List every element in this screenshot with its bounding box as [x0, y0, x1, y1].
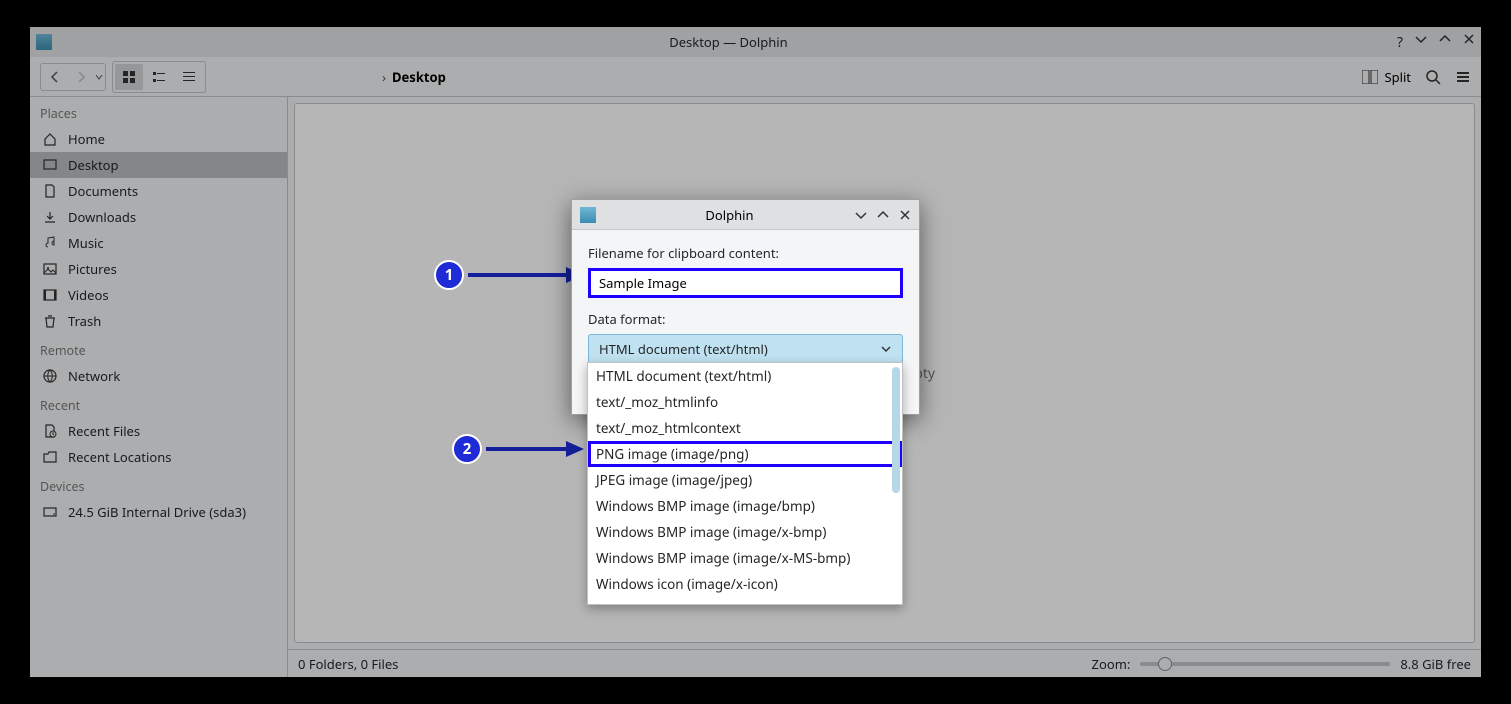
sidebar-item-downloads[interactable]: Downloads	[30, 204, 287, 230]
zoom-thumb[interactable]	[1158, 657, 1172, 671]
places-section-label: Places	[30, 97, 287, 126]
desktop-icon	[42, 157, 58, 173]
filename-label: Filename for clipboard content:	[588, 244, 903, 262]
sidebar-item-label: Pictures	[68, 260, 117, 278]
format-option[interactable]: Windows icon (image/x-ico)	[588, 597, 902, 605]
remote-section-label: Remote	[30, 334, 287, 363]
format-option[interactable]: Windows BMP image (image/x-bmp)	[588, 519, 902, 545]
annotation-arrow-2	[486, 447, 568, 451]
close-icon[interactable]	[1463, 33, 1475, 52]
places-panel: Places Home Desktop Documents Downloads …	[30, 97, 288, 677]
chevron-down-icon	[880, 343, 892, 355]
sidebar-item-documents[interactable]: Documents	[30, 178, 287, 204]
nav-group	[40, 63, 106, 91]
network-icon	[42, 368, 58, 384]
sidebar-item-home[interactable]: Home	[30, 126, 287, 152]
recent-section-label: Recent	[30, 389, 287, 418]
dropdown-scrollbar[interactable]	[892, 367, 900, 493]
sidebar-item-label: Downloads	[68, 208, 136, 226]
annotation-badge-2: 2	[452, 434, 482, 464]
downloads-icon	[42, 209, 58, 225]
format-dropdown: HTML document (text/html) text/_moz_html…	[587, 362, 903, 605]
sidebar-item-videos[interactable]: Videos	[30, 282, 287, 308]
help-icon[interactable]: ?	[1397, 33, 1403, 52]
format-option[interactable]: Windows BMP image (image/bmp)	[588, 493, 902, 519]
format-option[interactable]: text/_moz_htmlcontext	[588, 415, 902, 441]
format-select[interactable]: HTML document (text/html)	[588, 334, 903, 364]
dialog-titlebar: Dolphin	[572, 200, 919, 230]
zoom-slider[interactable]	[1140, 662, 1390, 666]
videos-icon	[42, 287, 58, 303]
sidebar-item-network[interactable]: Network	[30, 363, 287, 389]
pictures-icon	[42, 261, 58, 277]
app-icon	[36, 34, 52, 50]
maximize-icon[interactable]	[1439, 33, 1451, 52]
sidebar-item-desktop[interactable]: Desktop	[30, 152, 287, 178]
recent-files-icon	[42, 423, 58, 439]
devices-section-label: Devices	[30, 470, 287, 499]
free-space: 8.8 GiB free	[1400, 655, 1471, 673]
format-option[interactable]: JPEG image (image/jpeg)	[588, 467, 902, 493]
sidebar-item-label: Videos	[68, 286, 109, 304]
back-button[interactable]	[43, 66, 67, 88]
icon-view-button[interactable]	[115, 64, 143, 90]
format-option[interactable]: text/_moz_htmlinfo	[588, 389, 902, 415]
trash-icon	[42, 313, 58, 329]
split-icon	[1362, 70, 1378, 84]
split-button[interactable]: Split	[1362, 68, 1411, 86]
home-icon	[42, 131, 58, 147]
dialog-maximize-icon[interactable]	[877, 209, 889, 221]
item-count: 0 Folders, 0 Files	[298, 655, 398, 673]
format-selected-value: HTML document (text/html)	[599, 340, 768, 358]
format-label: Data format:	[588, 310, 903, 328]
search-button[interactable]	[1425, 69, 1441, 85]
details-view-button[interactable]	[175, 64, 203, 90]
format-option[interactable]: HTML document (text/html)	[588, 363, 902, 389]
sidebar-item-recent-locations[interactable]: Recent Locations	[30, 444, 287, 470]
sidebar-item-pictures[interactable]: Pictures	[30, 256, 287, 282]
format-option[interactable]: Windows icon (image/x-icon)	[588, 571, 902, 597]
annotation-arrowhead-2	[566, 441, 584, 457]
sidebar-item-label: Home	[68, 130, 105, 148]
forward-button[interactable]	[69, 66, 93, 88]
window-title: Desktop — Dolphin	[60, 33, 1397, 51]
filename-input[interactable]	[588, 268, 903, 298]
sidebar-item-label: Recent Files	[68, 422, 140, 440]
documents-icon	[42, 183, 58, 199]
sidebar-item-label: Network	[68, 367, 120, 385]
sidebar-item-recent-files[interactable]: Recent Files	[30, 418, 287, 444]
annotation-badge-1: 1	[434, 260, 464, 290]
chevron-right-icon: ›	[382, 68, 386, 86]
compact-view-button[interactable]	[145, 64, 173, 90]
toolbar: › Desktop Split	[30, 57, 1481, 97]
menu-button[interactable]	[1455, 69, 1471, 85]
zoom-label: Zoom:	[1092, 655, 1131, 673]
sidebar-item-music[interactable]: Music	[30, 230, 287, 256]
music-icon	[42, 235, 58, 251]
annotation-arrow-1	[468, 273, 568, 277]
sidebar-item-label: Recent Locations	[68, 448, 171, 466]
sidebar-item-label: Music	[68, 234, 104, 252]
titlebar: Desktop — Dolphin ?	[30, 27, 1481, 57]
dialog-app-icon	[580, 207, 596, 223]
sidebar-item-trash[interactable]: Trash	[30, 308, 287, 334]
sidebar-item-label: 24.5 GiB Internal Drive (sda3)	[68, 503, 246, 521]
view-group	[112, 61, 206, 93]
dialog-title: Dolphin	[604, 206, 855, 224]
format-option-png[interactable]: PNG image (image/png)	[588, 441, 902, 467]
sidebar-item-label: Documents	[68, 182, 138, 200]
drive-icon	[42, 504, 58, 520]
minimize-icon[interactable]	[1415, 33, 1427, 52]
dialog-close-icon[interactable]	[899, 209, 911, 221]
breadcrumb[interactable]: › Desktop	[382, 68, 446, 86]
format-option[interactable]: Windows BMP image (image/x-MS-bmp)	[588, 545, 902, 571]
breadcrumb-current: Desktop	[392, 68, 446, 86]
sidebar-item-internal-drive[interactable]: 24.5 GiB Internal Drive (sda3)	[30, 499, 287, 525]
sidebar-item-label: Trash	[68, 312, 101, 330]
split-label: Split	[1384, 68, 1411, 86]
statusbar: 0 Folders, 0 Files Zoom: 8.8 GiB free	[288, 649, 1481, 677]
recent-locations-icon	[42, 449, 58, 465]
dialog-minimize-icon[interactable]	[855, 209, 867, 221]
sidebar-item-label: Desktop	[68, 156, 119, 174]
